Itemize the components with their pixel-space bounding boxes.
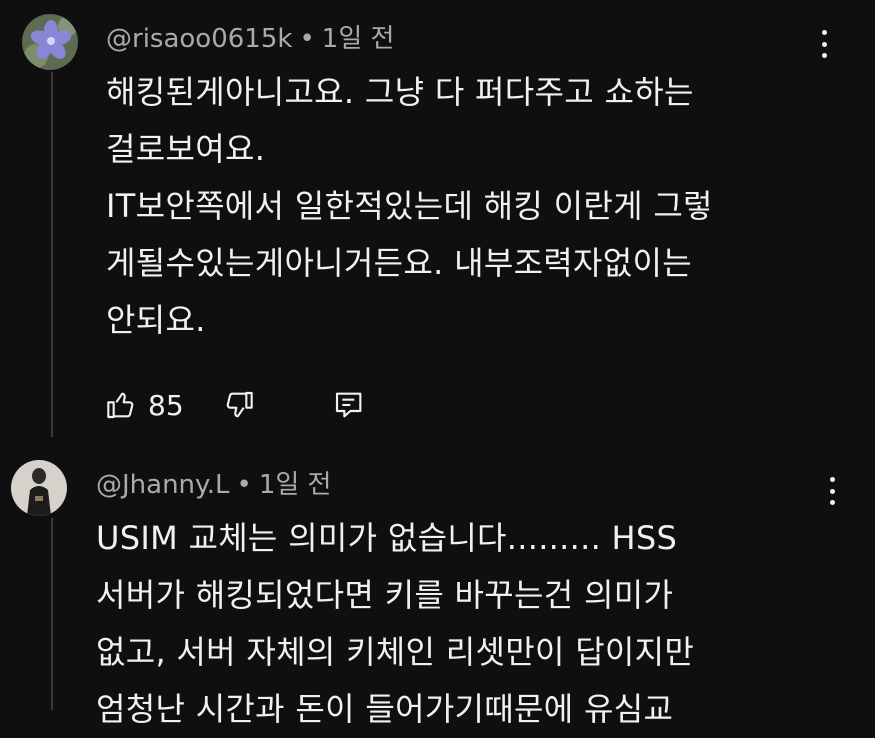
- comment-text: 해킹된게아니고요. 그냥 다 퍼다주고 쇼하는 걸로보여요. IT보안쪽에서 일…: [106, 64, 713, 349]
- comment-line: 게될수있는게아니거든요. 내부조력자없이는: [106, 244, 693, 282]
- kebab-menu-icon[interactable]: [827, 477, 837, 505]
- comment-line: 서버가 해킹되었다면 키를 바꾸는건 의미가: [96, 576, 674, 614]
- meta-separator: •: [299, 24, 315, 54]
- avatar[interactable]: [22, 14, 78, 70]
- comment-time: 1일 전: [321, 24, 395, 54]
- comment-text: USIM 교체는 의미가 없습니다......... HSS 서버가 해킹되었다…: [96, 510, 694, 738]
- thread-line: [51, 518, 53, 710]
- person-avatar-image: [11, 460, 67, 516]
- comment-line: USIM 교체는 의미가 없습니다......... HSS: [96, 519, 678, 557]
- comment-line: 안되요.: [106, 301, 206, 339]
- comment-actions: 85: [104, 388, 366, 422]
- thumbs-up-icon[interactable]: [104, 388, 138, 422]
- comment-author[interactable]: @risaoo0615k: [106, 24, 292, 54]
- comment-meta: @risaoo0615k • 1일 전: [106, 18, 394, 55]
- comment-line: 없고, 서버 자체의 키체인 리셋만이 답이지만: [96, 633, 695, 671]
- comment-author[interactable]: @Jhanny.L: [96, 470, 229, 500]
- thread-line: [51, 72, 53, 437]
- comment-meta: @Jhanny.L • 1일 전: [96, 464, 331, 501]
- thumbs-down-icon[interactable]: [222, 388, 256, 422]
- like-count: 85: [148, 388, 184, 422]
- flower-avatar-image: [22, 14, 78, 70]
- avatar[interactable]: [11, 460, 67, 516]
- comment-line: IT보안쪽에서 일한적있는데 해킹 이란게 그렇: [106, 187, 713, 225]
- comment-time: 1일 전: [258, 470, 332, 500]
- comment-line: 해킹된게아니고요. 그냥 다 퍼다주고 쇼하는: [106, 73, 694, 111]
- reply-icon[interactable]: [332, 388, 366, 422]
- kebab-menu-icon[interactable]: [819, 30, 829, 58]
- meta-separator: •: [236, 470, 252, 500]
- comment-line: 걸로보여요.: [106, 130, 266, 168]
